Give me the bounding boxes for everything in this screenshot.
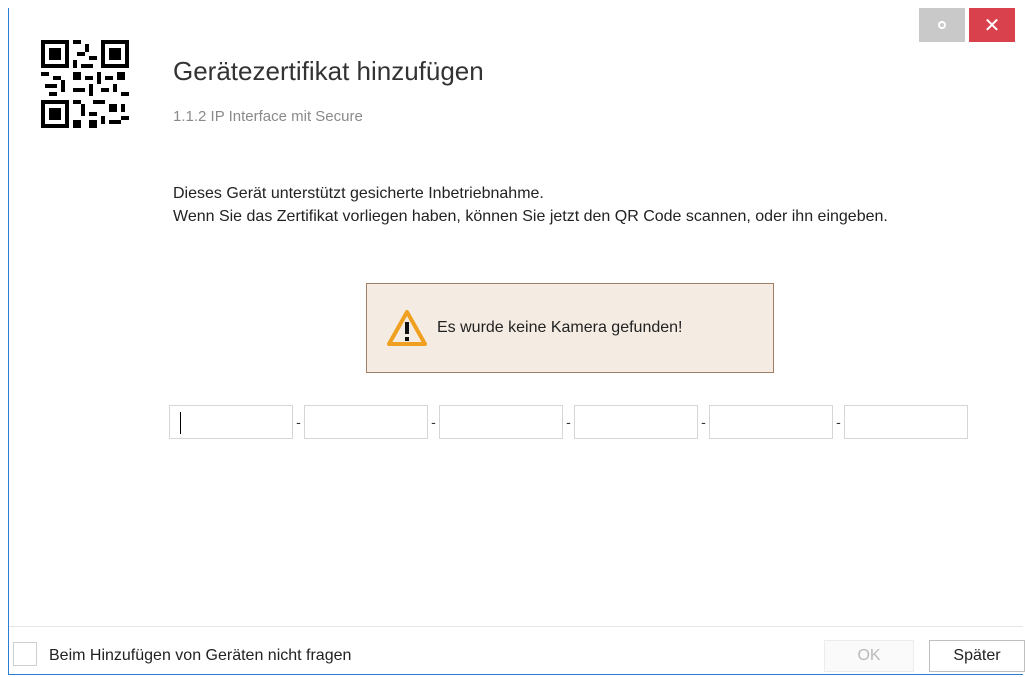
warning-icon	[387, 310, 427, 346]
certificate-input-group: - - - - -	[169, 405, 968, 439]
circle-icon	[938, 21, 946, 29]
field-separator: -	[431, 414, 436, 430]
qr-code-icon	[41, 40, 129, 128]
certificate-field-5[interactable]	[709, 405, 833, 439]
field-separator: -	[836, 414, 841, 430]
certificate-field-4[interactable]	[574, 405, 698, 439]
description-text: Dieses Gerät unterstützt gesicherte Inbe…	[173, 182, 973, 228]
warning-text: Es wurde keine Kamera gefunden!	[437, 319, 683, 336]
close-icon: ✕	[983, 14, 1001, 37]
later-button[interactable]: Später	[929, 640, 1025, 672]
certificate-field-3[interactable]	[439, 405, 563, 439]
description-line-1: Dieses Gerät unterstützt gesicherte Inbe…	[173, 185, 544, 202]
dont-ask-checkbox[interactable]	[13, 642, 37, 666]
dialog-title: Gerätezertifikat hinzufügen	[173, 56, 484, 86]
field-separator: -	[296, 414, 301, 430]
certificate-field-6[interactable]	[844, 405, 968, 439]
description-line-2: Wenn Sie das Zertifikat vorliegen haben,…	[173, 208, 888, 225]
ok-button[interactable]: OK	[824, 640, 914, 672]
certificate-field-1[interactable]	[169, 405, 293, 439]
dialog-subtitle: 1.1.2 IP Interface mit Secure	[173, 108, 363, 125]
footer-divider	[9, 626, 1023, 627]
dialog-window: ✕ Gerätezertifikat hinzufügen 1.1.2 IP I…	[8, 8, 1025, 675]
camera-warning-box: Es wurde keine Kamera gefunden!	[366, 283, 774, 373]
field-separator: -	[566, 414, 571, 430]
certificate-field-2[interactable]	[304, 405, 428, 439]
help-button[interactable]	[919, 8, 965, 42]
close-button[interactable]: ✕	[969, 8, 1015, 42]
dont-ask-label[interactable]: Beim Hinzufügen von Geräten nicht fragen	[49, 647, 351, 665]
field-separator: -	[701, 414, 706, 430]
